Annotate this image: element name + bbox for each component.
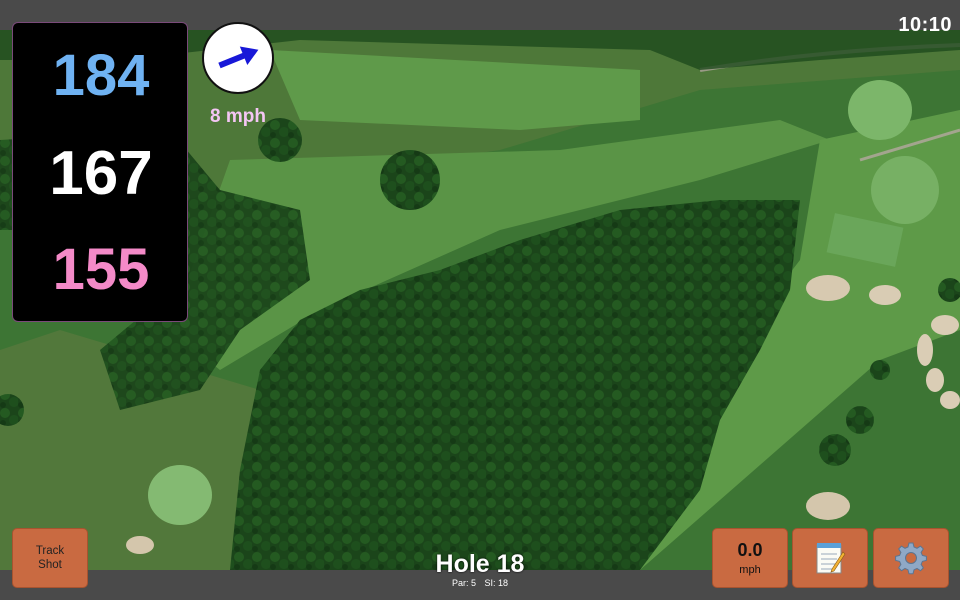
clock: 10:10 xyxy=(898,14,952,36)
wind-indicator xyxy=(202,22,274,94)
hole-stroke-index: SI: 18 xyxy=(484,578,509,588)
middle-distance: 167 xyxy=(49,139,153,208)
hole-info: Par: 5 SI: 18 xyxy=(380,578,580,588)
hole-par: Par: 5 xyxy=(451,578,476,588)
notes-button[interactable] xyxy=(792,528,868,588)
settings-button[interactable] xyxy=(873,528,949,588)
hole-title: Hole 18 xyxy=(435,550,525,578)
gear-icon xyxy=(895,542,927,575)
track-shot-label-line1: Track xyxy=(35,545,65,557)
arrow-icon xyxy=(218,46,259,69)
front-distance: 155 xyxy=(52,237,150,302)
speed-unit: mph xyxy=(739,564,761,576)
track-shot-button[interactable]: Track Shot xyxy=(12,528,88,588)
speed-button[interactable]: 0.0 mph xyxy=(712,528,788,588)
distance-panel: 184 167 155 xyxy=(12,22,188,322)
wind-speed: 8 mph xyxy=(210,106,266,127)
track-shot-label-line2: Shot xyxy=(38,559,62,571)
back-distance: 184 xyxy=(52,43,150,108)
speed-value: 0.0 xyxy=(737,540,763,560)
notepad-icon xyxy=(816,543,846,574)
